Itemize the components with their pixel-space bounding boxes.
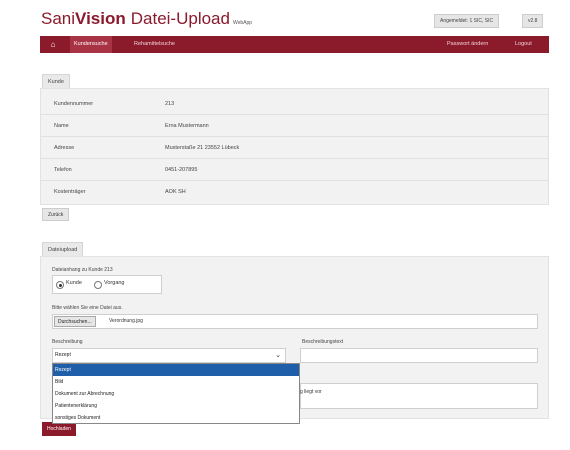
browse-button[interactable]: Durchsuchen... — [54, 316, 96, 327]
customer-label: Adresse — [54, 145, 75, 151]
file-input[interactable]: Durchsuchen... Verordnung.jpg — [52, 314, 538, 329]
tab-kunde[interactable]: Kunde — [42, 74, 70, 88]
brand-title: Datei-Upload — [130, 9, 230, 28]
tab-dateiupload[interactable]: Dateiupload — [42, 242, 84, 256]
version-badge: v2.8 — [522, 14, 544, 28]
nav-kundensuche[interactable]: Kundensuche — [70, 36, 112, 53]
description-text-input[interactable] — [300, 348, 538, 363]
file-prompt: Bitte wählen Sie eine Datei aus. — [52, 305, 123, 311]
description-textarea[interactable] — [300, 383, 538, 409]
brand-vision: Vision — [75, 9, 126, 28]
nav-rehamittelsuche[interactable]: Rehamittelsuche — [130, 36, 179, 53]
description-select[interactable]: Rezept — [52, 348, 286, 363]
customer-value: Erna Mustermann — [165, 123, 209, 129]
brand-sub: WebApp — [232, 20, 253, 26]
radio-kunde[interactable] — [56, 281, 64, 289]
dropdown-option[interactable]: sonstiges Dokument — [53, 412, 299, 424]
app-brand: SaniVision Datei-Upload WebApp — [41, 9, 252, 29]
dropdown-option[interactable]: Bild — [53, 376, 299, 388]
select-value: Rezept — [55, 352, 71, 358]
customer-row: Adresse Musterstaße 21 23552 Lübeck — [41, 137, 548, 159]
textarea-visible-text: g liegt vor — [300, 389, 322, 395]
dropdown-option[interactable]: Rezept — [53, 364, 299, 376]
file-name: Verordnung.jpg — [109, 318, 143, 324]
radio-kunde-label: Kunde — [66, 280, 82, 286]
customer-panel: Kundennummer 213 Name Erna Mustermann Ad… — [40, 88, 549, 205]
attach-radio-group: Kunde Vorgang — [52, 275, 162, 294]
customer-row: Kostenträger AOK SH — [41, 181, 548, 203]
customer-row: Name Erna Mustermann — [41, 115, 548, 137]
customer-label: Kundennummer — [54, 101, 94, 107]
description-text-label: Beschreibungstext — [302, 339, 344, 345]
nav-logout[interactable]: Logout — [511, 36, 536, 53]
description-dropdown-list[interactable]: Rezept Bild Dokument zur Abrechnung Pati… — [52, 363, 300, 424]
radio-vorgang[interactable] — [94, 281, 102, 289]
upload-button[interactable]: Hochladen — [42, 422, 76, 436]
attach-label: Dateianhang zu Kunde 213 — [52, 267, 113, 273]
customer-label: Kostenträger — [54, 189, 86, 195]
customer-label: Telefon — [54, 167, 72, 173]
home-icon[interactable]: ⌂ — [45, 36, 61, 53]
nav-passwort-aendern[interactable]: Passwort ändern — [443, 36, 492, 53]
dropdown-option[interactable]: Dokument zur Abrechnung — [53, 388, 299, 400]
customer-value: AOK SH — [165, 189, 186, 195]
brand-sani: Sani — [41, 9, 76, 28]
chevron-down-icon[interactable]: ⌄ — [270, 348, 286, 363]
main-navbar: ⌂ Kundensuche Rehamittelsuche Passwort ä… — [40, 36, 549, 53]
description-label: Beschreibung — [52, 339, 83, 345]
dropdown-option[interactable]: Patientenerklärung — [53, 400, 299, 412]
login-status-badge[interactable]: Angemeldet: 1 SIC, SIC — [434, 14, 500, 28]
customer-label: Name — [54, 123, 69, 129]
customer-row: Kundennummer 213 — [41, 93, 548, 115]
customer-value: Musterstaße 21 23552 Lübeck — [165, 145, 240, 151]
customer-value: 0451-207895 — [165, 167, 198, 173]
back-button[interactable]: Zurück — [42, 208, 70, 221]
radio-vorgang-label: Vorgang — [104, 280, 125, 286]
customer-value: 213 — [165, 101, 175, 107]
customer-row: Telefon 0451-207895 — [41, 159, 548, 181]
